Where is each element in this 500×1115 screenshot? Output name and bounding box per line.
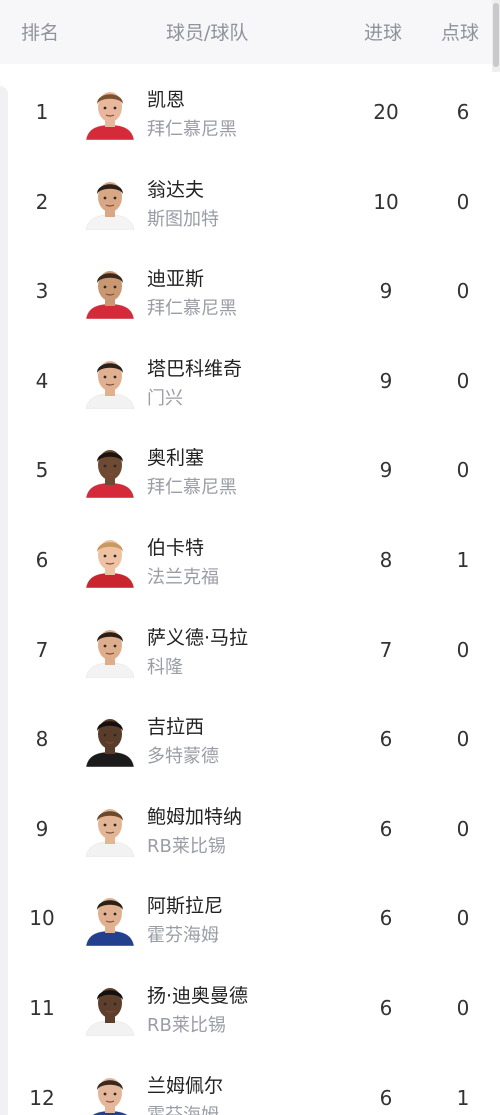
player-name[interactable]: 迪亚斯	[147, 264, 204, 291]
penalties-count: 1	[456, 547, 470, 572]
player-avatar[interactable]	[84, 84, 136, 140]
team-name[interactable]: 门兴	[147, 384, 183, 410]
rank-number: 1	[35, 100, 49, 124]
penalties-count: 0	[456, 727, 470, 752]
rank-number: 2	[35, 189, 49, 214]
goals-count: 7	[379, 637, 393, 662]
team-name[interactable]: RB莱比锡	[147, 832, 226, 858]
table-header: 排名 球员/球队 进球 点球	[0, 0, 500, 64]
player-name[interactable]: 伯卡特	[147, 533, 204, 560]
player-row[interactable]: 10 阿斯拉尼霍芬海姆 6 0	[0, 873, 500, 963]
team-name[interactable]: 拜仁慕尼黑	[147, 294, 237, 320]
goals-count: 9	[379, 279, 393, 304]
player-avatar[interactable]	[84, 711, 136, 768]
team-name[interactable]: 斯图加特	[147, 205, 219, 231]
goals-count: 20	[373, 100, 399, 124]
player-row[interactable]: 2 翁达夫斯图加特 10 0	[0, 157, 500, 247]
penalties-count: 0	[456, 368, 470, 393]
player-name[interactable]: 塔巴科维奇	[147, 354, 242, 381]
player-row[interactable]: 5 奥利塞拜仁慕尼黑 9 0	[0, 425, 500, 515]
goals-count: 6	[379, 816, 393, 841]
penalties-count: 0	[456, 279, 470, 304]
player-avatar[interactable]	[84, 801, 136, 857]
player-row[interactable]: 4 塔巴科维奇门兴 9 0	[0, 336, 500, 426]
rank-number: 7	[35, 637, 49, 662]
rank-number: 6	[35, 547, 49, 572]
player-name[interactable]: 鲍姆加特纳	[147, 802, 242, 829]
player-name[interactable]: 扬·迪奥曼德	[147, 981, 248, 1008]
team-name[interactable]: 科隆	[147, 653, 183, 679]
player-row[interactable]: 7 萨义德·马拉 科隆 7 0	[0, 605, 500, 695]
player-name[interactable]: 翁达夫	[147, 175, 204, 202]
team-name[interactable]: 拜仁慕尼黑	[147, 115, 237, 141]
penalties-count: 0	[456, 458, 470, 483]
player-avatar[interactable]	[84, 174, 136, 230]
player-avatar[interactable]	[84, 980, 136, 1036]
header-goals[interactable]: 进球	[364, 20, 402, 46]
goals-count: 8	[379, 547, 393, 572]
goals-count: 6	[379, 1085, 393, 1110]
player-avatar[interactable]	[84, 442, 136, 499]
penalties-count: 0	[456, 995, 470, 1020]
player-name[interactable]: 阿斯拉尼	[147, 891, 223, 918]
player-name[interactable]: 兰姆佩尔	[147, 1071, 223, 1098]
rank-number: 8	[35, 727, 49, 752]
player-row[interactable]: 11 扬·迪奥曼德 RB莱比锡 6 0	[0, 963, 500, 1053]
player-name[interactable]: 奥利塞	[147, 443, 204, 470]
player-row[interactable]: 6 伯卡特法兰克福 8 1	[0, 515, 500, 605]
rank-number: 3	[35, 279, 49, 304]
header-player-team[interactable]: 球员/球队	[166, 20, 248, 46]
team-name[interactable]: 法兰克福	[147, 563, 219, 589]
scorer-list: 1 凯恩 拜仁慕尼黑 20 6 2 翁达夫 斯图加特 10 0 3 迪亚斯 拜仁慕尼黑 9 0 4 塔巴科维奇门…	[0, 67, 500, 1115]
player-avatar[interactable]	[84, 1070, 136, 1115]
rank-number: 10	[29, 906, 55, 931]
penalties-count: 1	[456, 1085, 470, 1110]
player-row[interactable]: 8 吉拉西多特蒙德 6 0	[0, 694, 500, 784]
player-name[interactable]: 凯恩	[147, 85, 185, 112]
goals-count: 10	[373, 189, 399, 214]
rank-number: 4	[35, 368, 49, 393]
scorer-ranking-page: 排名 球员/球队 进球 点球 1 凯恩 拜仁慕尼黑 20 6 2 翁达夫 斯图加特 10 0 3 迪亚…	[0, 0, 500, 1115]
player-avatar[interactable]	[84, 532, 136, 588]
penalties-count: 0	[456, 906, 470, 931]
scrollbar-thumb[interactable]	[493, 3, 499, 67]
scrollbar[interactable]	[492, 0, 500, 72]
player-row[interactable]: 12 兰姆佩尔霍芬海姆 6 1	[0, 1053, 500, 1115]
player-avatar[interactable]	[84, 263, 136, 320]
header-rank[interactable]: 排名	[21, 20, 59, 46]
player-avatar[interactable]	[84, 353, 136, 409]
penalties-count: 0	[456, 816, 470, 841]
player-row[interactable]: 9 鲍姆加特纳 RB莱比锡 6 0	[0, 784, 500, 874]
goals-count: 6	[379, 727, 393, 752]
team-name[interactable]: 霍芬海姆	[147, 1101, 219, 1115]
player-avatar[interactable]	[84, 890, 136, 947]
player-avatar[interactable]	[84, 622, 136, 678]
goals-count: 6	[379, 906, 393, 931]
rank-number: 9	[35, 816, 49, 841]
team-name[interactable]: 霍芬海姆	[147, 921, 219, 947]
rank-number: 12	[29, 1085, 55, 1110]
team-name[interactable]: 拜仁慕尼黑	[147, 473, 237, 499]
header-penalties[interactable]: 点球	[441, 20, 479, 46]
team-name[interactable]: RB莱比锡	[147, 1011, 226, 1037]
rank-number: 5	[35, 458, 49, 483]
penalties-count: 0	[456, 637, 470, 662]
player-row[interactable]: 1 凯恩拜仁慕尼黑 20 6	[0, 67, 500, 157]
player-row[interactable]: 3 迪亚斯拜仁慕尼黑 9 0	[0, 246, 500, 336]
team-name[interactable]: 多特蒙德	[147, 742, 219, 768]
penalties-count: 0	[456, 189, 470, 214]
goals-count: 9	[379, 458, 393, 483]
player-name[interactable]: 萨义德·马拉	[147, 623, 248, 650]
penalties-count: 6	[456, 100, 470, 124]
goals-count: 9	[379, 368, 393, 393]
player-name[interactable]: 吉拉西	[147, 712, 204, 739]
rank-number: 11	[29, 995, 55, 1020]
goals-count: 6	[379, 995, 393, 1020]
